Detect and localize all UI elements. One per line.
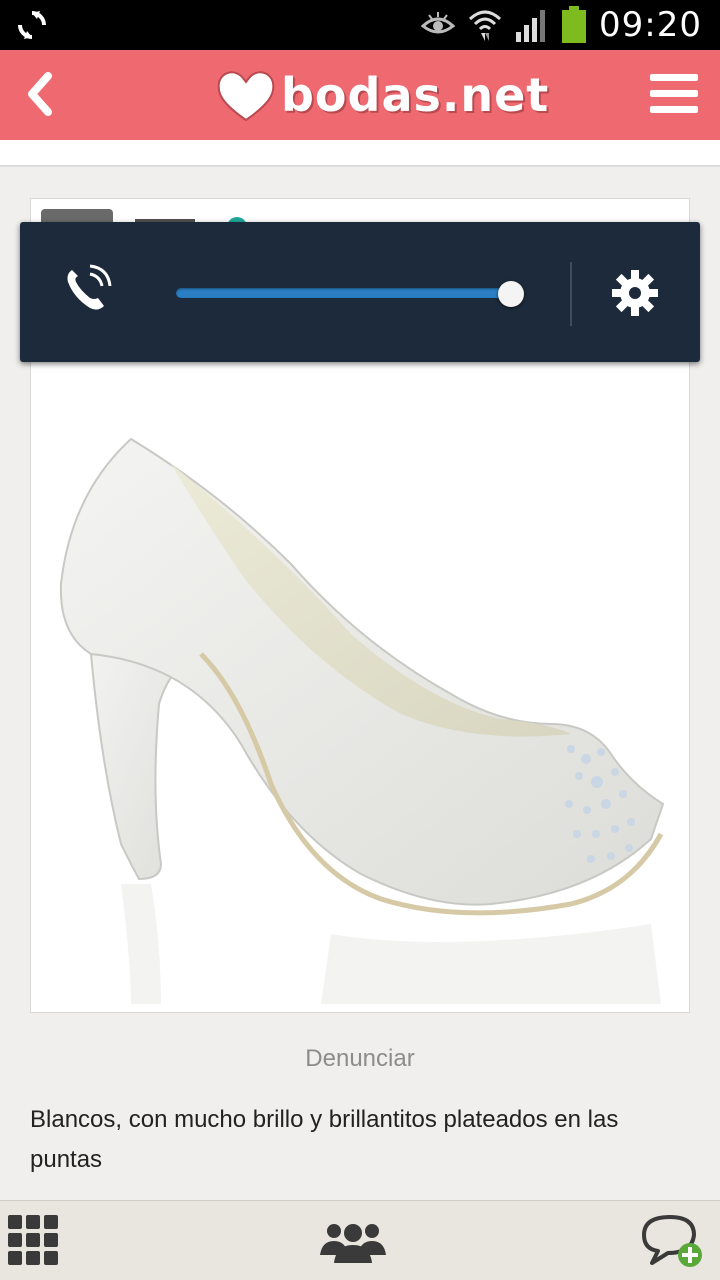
signal-icon bbox=[516, 10, 546, 42]
heart-logo-icon bbox=[217, 71, 275, 122]
gear-icon[interactable] bbox=[610, 268, 660, 318]
post-caption: Blancos, con mucho brillo y brillantitos… bbox=[30, 1106, 619, 1173]
clock: 09:20 bbox=[599, 5, 702, 45]
post-image[interactable] bbox=[31, 364, 691, 1014]
new-chat-icon[interactable] bbox=[640, 1213, 704, 1269]
wifi-icon bbox=[468, 10, 502, 41]
battery-icon bbox=[562, 6, 587, 43]
status-bar: 09:20 bbox=[0, 0, 720, 50]
app-bar: bodas.net bbox=[0, 50, 720, 140]
bottom-nav bbox=[0, 1200, 720, 1280]
eye-icon bbox=[421, 12, 456, 34]
volume-panel bbox=[20, 222, 700, 362]
report-link[interactable]: Denunciar bbox=[0, 1045, 720, 1073]
hamburger-menu-icon[interactable] bbox=[648, 68, 700, 120]
back-button[interactable] bbox=[14, 64, 74, 124]
call-volume-icon bbox=[67, 264, 112, 310]
logo-text: bodas.net bbox=[281, 68, 550, 122]
grid-menu-icon[interactable] bbox=[8, 1215, 58, 1265]
volume-slider-thumb[interactable] bbox=[498, 281, 524, 307]
divider bbox=[570, 262, 572, 326]
volume-slider-track[interactable] bbox=[176, 288, 512, 298]
sync-icon bbox=[18, 11, 46, 39]
group-icon[interactable] bbox=[320, 1219, 386, 1263]
app-logo[interactable]: bodas.net bbox=[215, 60, 549, 130]
divider bbox=[0, 140, 720, 167]
